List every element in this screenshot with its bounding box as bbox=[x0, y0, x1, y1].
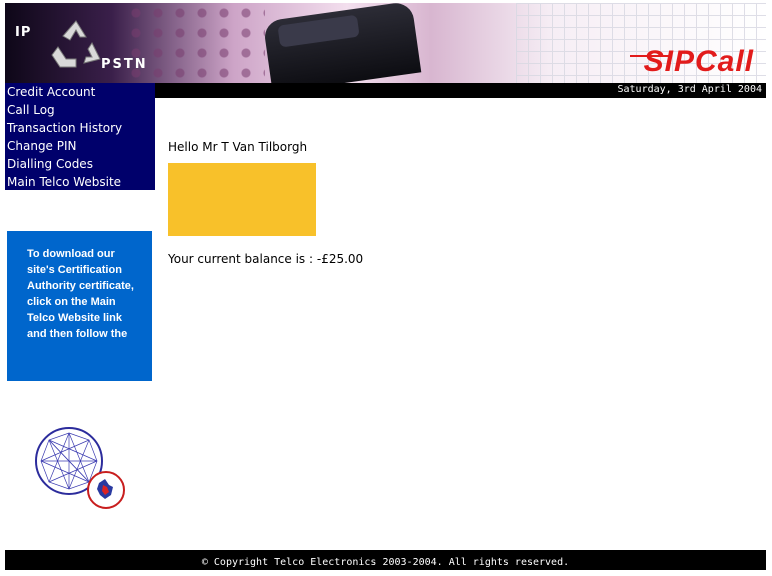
network-globe-icon bbox=[33, 425, 133, 515]
phone-graphic bbox=[262, 3, 422, 83]
balance-line: Your current balance is : -£25.00 bbox=[168, 252, 363, 266]
certificate-info-box: To download our site's Certification Aut… bbox=[7, 231, 152, 381]
nav-dialling-codes[interactable]: Dialling Codes bbox=[5, 155, 155, 173]
ip-pstn-logo: IP PSTN bbox=[13, 17, 161, 75]
balance-value: -£25.00 bbox=[316, 252, 364, 266]
recycle-icon bbox=[51, 20, 101, 68]
greeting-text: Hello Mr T Van Tilborgh bbox=[168, 140, 308, 154]
nav-credit-account[interactable]: Credit Account bbox=[5, 83, 155, 101]
sipcall-brand: SIPCall bbox=[629, 45, 754, 78]
balance-label: Your current balance is : bbox=[168, 252, 317, 266]
certificate-info-text: To download our site's Certification Aut… bbox=[27, 248, 134, 340]
nav-call-log[interactable]: Call Log bbox=[5, 101, 155, 119]
advert-banner bbox=[168, 163, 316, 236]
brand-text: SIPCall bbox=[643, 45, 754, 78]
nav-transaction-history[interactable]: Transaction History bbox=[5, 119, 155, 137]
copyright-text: © Copyright Telco Electronics 2003-2004.… bbox=[201, 557, 570, 568]
footer-bar: © Copyright Telco Electronics 2003-2004.… bbox=[5, 550, 766, 570]
sidebar-nav: Credit Account Call Log Transaction Hist… bbox=[5, 83, 155, 190]
header-banner: IP PSTN SIPCall bbox=[5, 3, 766, 83]
logo-pstn-text: PSTN bbox=[101, 57, 148, 72]
logo-ip-text: IP bbox=[15, 25, 32, 40]
nav-main-telco-website[interactable]: Main Telco Website bbox=[5, 173, 155, 191]
current-date: Saturday, 3rd April 2004 bbox=[617, 84, 763, 95]
nav-change-pin[interactable]: Change PIN bbox=[5, 137, 155, 155]
